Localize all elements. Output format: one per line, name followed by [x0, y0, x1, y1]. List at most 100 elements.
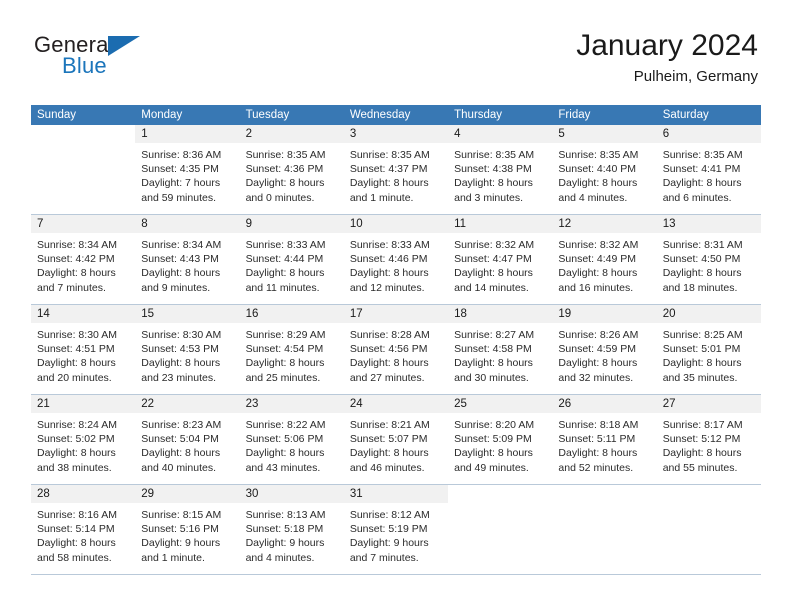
day-cell[interactable]: 18 Sunrise: 8:27 AM Sunset: 4:58 PM Dayligh… [448, 305, 553, 394]
day-cell[interactable]: 4 Sunrise: 8:35 AM Sunset: 4:38 PM Daylight… [448, 125, 553, 214]
daylight-duration-line2: and 16 minutes. [558, 281, 634, 294]
day-number: 4 [448, 125, 553, 143]
daylight-duration-line1: Daylight: 8 hours [37, 537, 116, 550]
weekday-header-wednesday: Wednesday [349, 109, 411, 121]
day-cell[interactable]: 13 Sunrise: 8:31 AM Sunset: 4:50 PM Dayligh… [656, 215, 761, 304]
daylight-duration-line1: Daylight: 8 hours [141, 267, 221, 280]
daylight-duration-line1: Daylight: 9 hours [349, 537, 429, 550]
sunset-time: Sunset: 4:54 PM [245, 343, 324, 356]
day-cell[interactable]: 10 Sunrise: 8:33 AM Sunset: 4:46 PM Dayligh… [343, 215, 449, 304]
page-subtitle-location: Pulheim, Germany [633, 68, 758, 85]
daylight-duration-line1: Daylight: 8 hours [349, 177, 429, 190]
daylight-duration-line2: and 32 minutes. [558, 371, 634, 384]
daylight-duration-line2: and 4 minutes. [245, 551, 315, 564]
day-cell[interactable]: 1 Sunrise: 8:36 AM Sunset: 4:35 PM Daylight… [135, 125, 240, 214]
day-cell[interactable]: 30 Sunrise: 8:13 AM Sunset: 5:18 PM Dayligh… [239, 485, 344, 574]
sunset-time: Sunset: 4:41 PM [662, 163, 741, 176]
day-number: 30 [239, 485, 344, 503]
day-cell[interactable]: 6 Sunrise: 8:35 AM Sunset: 4:41 PM Daylight… [656, 125, 761, 214]
day-number: 11 [448, 215, 553, 233]
daylight-duration-line1: Daylight: 8 hours [349, 447, 429, 460]
day-cell[interactable]: 9 Sunrise: 8:33 AM Sunset: 4:44 PM Daylight… [239, 215, 344, 304]
day-cell[interactable]: 12 Sunrise: 8:32 AM Sunset: 4:49 PM Dayligh… [552, 215, 657, 304]
day-cell[interactable]: 14 Sunrise: 8:30 AM Sunset: 4:51 PM Dayligh… [31, 305, 136, 394]
sunrise-time: Sunrise: 8:35 AM [454, 149, 535, 161]
daylight-duration-line2: and 1 minute. [349, 191, 414, 204]
day-number: 29 [135, 485, 240, 503]
day-cell[interactable]: 3 Sunrise: 8:35 AM Sunset: 4:37 PM Daylight… [343, 125, 449, 214]
daylight-duration-line2: and 3 minutes. [454, 191, 524, 204]
title-block: January 2024 Pulheim, Germany [576, 28, 758, 88]
sunset-time: Sunset: 5:12 PM [662, 433, 741, 446]
day-cell[interactable]: 26 Sunrise: 8:18 AM Sunset: 5:11 PM Dayligh… [552, 395, 657, 484]
day-details: Sunrise: 8:35 AM Sunset: 4:36 PM Daylight:… [240, 143, 344, 205]
day-cell[interactable]: 22 Sunrise: 8:23 AM Sunset: 5:04 PM Dayligh… [135, 395, 240, 484]
day-cell[interactable]: 16 Sunrise: 8:29 AM Sunset: 4:54 PM Dayligh… [239, 305, 344, 394]
day-cell[interactable]: 8 Sunrise: 8:34 AM Sunset: 4:43 PM Daylight… [135, 215, 240, 304]
day-cell[interactable]: 17 Sunrise: 8:28 AM Sunset: 4:56 PM Dayligh… [343, 305, 449, 394]
day-number: 28 [31, 485, 136, 503]
daylight-duration-line2: and 25 minutes. [245, 371, 321, 384]
sunset-time: Sunset: 4:44 PM [245, 253, 324, 266]
day-cell[interactable]: 5 Sunrise: 8:35 AM Sunset: 4:40 PM Daylight… [552, 125, 657, 214]
day-cell[interactable]: 23 Sunrise: 8:22 AM Sunset: 5:06 PM Dayligh… [239, 395, 344, 484]
general-blue-logo: General Blue [34, 32, 254, 88]
sunset-time: Sunset: 4:53 PM [141, 343, 219, 356]
day-cell[interactable]: 19 Sunrise: 8:26 AM Sunset: 4:59 PM Dayligh… [552, 305, 657, 394]
day-number: 8 [135, 215, 240, 233]
sunset-time: Sunset: 5:14 PM [37, 523, 115, 536]
day-cell[interactable]: 7 Sunrise: 8:34 AM Sunset: 4:42 PM Daylight… [31, 215, 136, 304]
sunrise-time: Sunrise: 8:31 AM [662, 239, 743, 251]
daylight-duration-line2: and 35 minutes. [662, 371, 738, 384]
day-number: 24 [343, 395, 449, 413]
day-details: Sunrise: 8:28 AM Sunset: 4:56 PM Daylight:… [344, 323, 448, 385]
daylight-duration-line1: Daylight: 8 hours [662, 177, 742, 190]
sunset-time: Sunset: 5:01 PM [662, 343, 741, 356]
daylight-duration-line1: Daylight: 9 hours [245, 537, 325, 550]
calendar-weeks: 1 Sunrise: 8:36 AM Sunset: 4:35 PM Daylight… [31, 125, 761, 575]
weekday-header-tuesday: Tuesday [245, 109, 290, 121]
calendar-week-row: 14 Sunrise: 8:30 AM Sunset: 4:51 PM Dayligh… [31, 305, 761, 395]
day-number: 2 [239, 125, 344, 143]
day-details: Sunrise: 8:25 AM Sunset: 5:01 PM Daylight:… [657, 323, 761, 385]
day-cell[interactable]: 28 Sunrise: 8:16 AM Sunset: 5:14 PM Dayligh… [31, 485, 136, 574]
sunset-time: Sunset: 4:38 PM [454, 163, 532, 176]
day-number [657, 485, 761, 503]
day-details: Sunrise: 8:26 AM Sunset: 4:59 PM Daylight:… [552, 323, 656, 385]
day-details: Sunrise: 8:22 AM Sunset: 5:06 PM Daylight:… [240, 413, 344, 475]
sunset-time: Sunset: 5:11 PM [558, 433, 636, 446]
day-cell[interactable]: 29 Sunrise: 8:15 AM Sunset: 5:16 PM Dayligh… [135, 485, 240, 574]
day-cell[interactable]: 21 Sunrise: 8:24 AM Sunset: 5:02 PM Dayligh… [31, 395, 136, 484]
day-number: 12 [552, 215, 657, 233]
day-cell[interactable]: 27 Sunrise: 8:17 AM Sunset: 5:12 PM Dayligh… [656, 395, 761, 484]
sunrise-time: Sunrise: 8:15 AM [141, 509, 222, 521]
sunset-time: Sunset: 4:51 PM [37, 343, 115, 356]
daylight-duration-line1: Daylight: 8 hours [245, 447, 325, 460]
sunrise-time: Sunrise: 8:13 AM [245, 509, 326, 521]
logo-triangle-icon [108, 36, 140, 56]
daylight-duration-line2: and 0 minutes. [245, 191, 315, 204]
daylight-duration-line2: and 1 minute. [141, 551, 205, 564]
day-cell[interactable]: 25 Sunrise: 8:20 AM Sunset: 5:09 PM Dayligh… [448, 395, 553, 484]
day-details: Sunrise: 8:15 AM Sunset: 5:16 PM Daylight:… [135, 503, 239, 565]
day-details: Sunrise: 8:30 AM Sunset: 4:53 PM Daylight:… [135, 323, 239, 385]
daylight-duration-line1: Daylight: 8 hours [558, 267, 638, 280]
calendar-week-row: 1 Sunrise: 8:36 AM Sunset: 4:35 PM Daylight… [31, 125, 761, 215]
day-number: 22 [135, 395, 240, 413]
sunset-time: Sunset: 5:07 PM [349, 433, 428, 446]
sunset-time: Sunset: 5:19 PM [349, 523, 428, 536]
day-details: Sunrise: 8:35 AM Sunset: 4:38 PM Daylight:… [448, 143, 552, 205]
day-cell[interactable]: 31 Sunrise: 8:12 AM Sunset: 5:19 PM Dayligh… [343, 485, 449, 574]
day-cell[interactable]: 24 Sunrise: 8:21 AM Sunset: 5:07 PM Dayligh… [343, 395, 449, 484]
sunrise-time: Sunrise: 8:23 AM [141, 419, 222, 431]
day-number: 26 [552, 395, 657, 413]
day-details: Sunrise: 8:29 AM Sunset: 4:54 PM Daylight:… [240, 323, 344, 385]
day-cell[interactable]: 2 Sunrise: 8:35 AM Sunset: 4:36 PM Daylight… [239, 125, 344, 214]
day-number: 6 [656, 125, 761, 143]
day-cell[interactable]: 20 Sunrise: 8:25 AM Sunset: 5:01 PM Dayligh… [656, 305, 761, 394]
daylight-duration-line1: Daylight: 8 hours [349, 357, 429, 370]
day-details: Sunrise: 8:32 AM Sunset: 4:49 PM Daylight:… [552, 233, 656, 295]
day-cell[interactable]: 11 Sunrise: 8:32 AM Sunset: 4:47 PM Dayligh… [448, 215, 553, 304]
daylight-duration-line1: Daylight: 8 hours [558, 447, 638, 460]
day-cell[interactable]: 15 Sunrise: 8:30 AM Sunset: 4:53 PM Dayligh… [135, 305, 240, 394]
